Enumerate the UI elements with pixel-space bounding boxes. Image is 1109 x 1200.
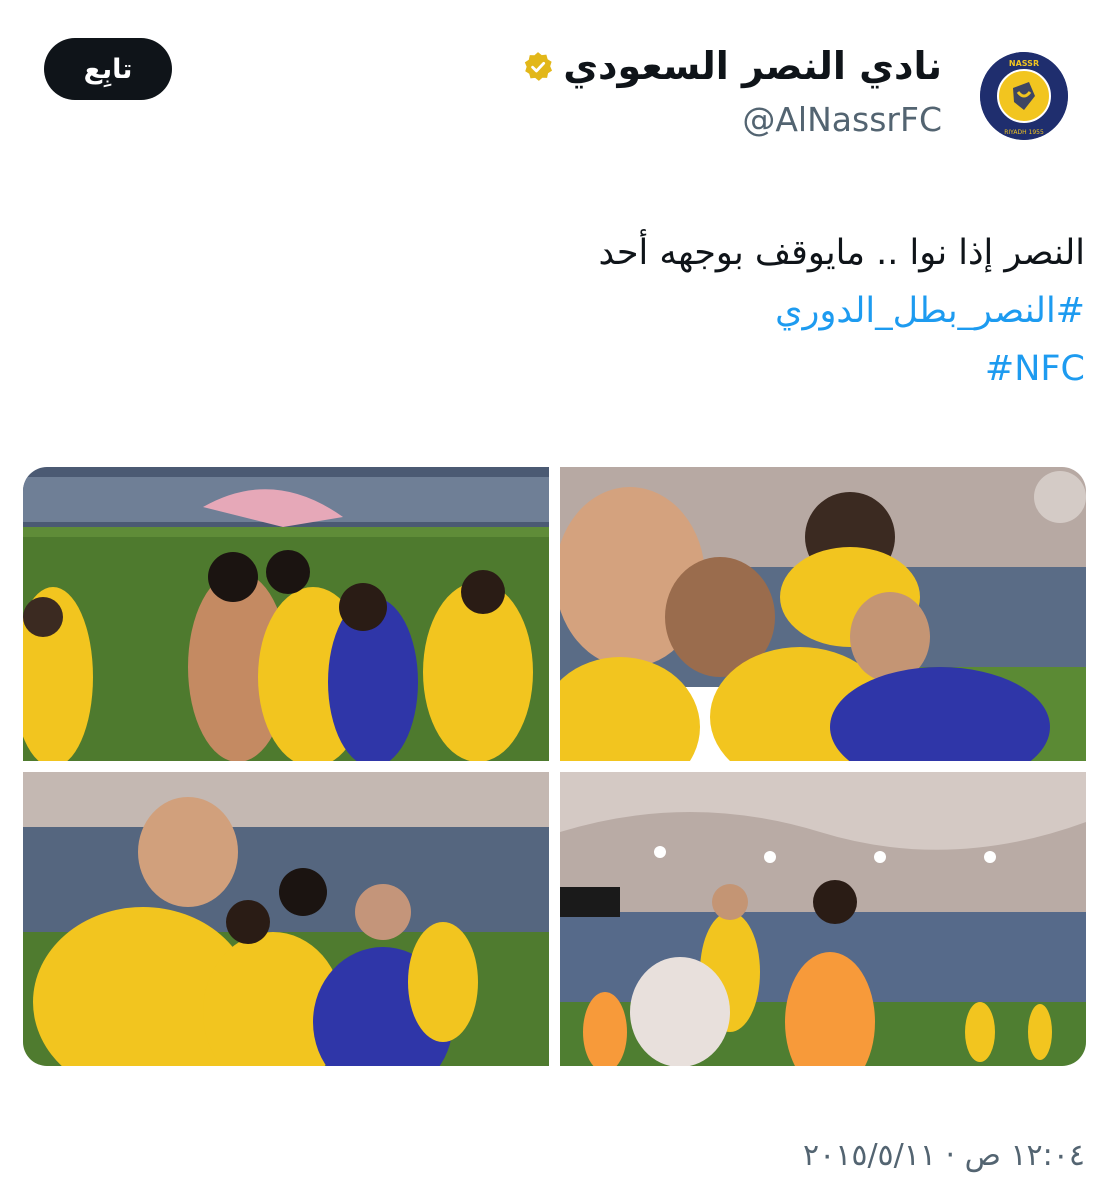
photo-bottom-right[interactable] xyxy=(560,772,1086,1066)
avatar-logo-bottom-text: RIYADH 1955 xyxy=(1004,129,1044,136)
photo-top-right[interactable] xyxy=(560,467,1086,761)
photo-bottom-left[interactable] xyxy=(23,772,549,1066)
author-handle[interactable]: @AlNassrFC xyxy=(742,100,942,139)
tweet-main-text: النصر إذا نوا .. مايوقف بوجهه أحد xyxy=(598,233,1085,273)
verified-badge-icon xyxy=(521,49,555,83)
media-grid xyxy=(23,467,1086,1066)
author-display-name-row[interactable]: نادي النصر السعودي xyxy=(521,44,942,88)
author-display-name[interactable]: نادي النصر السعودي xyxy=(563,44,942,88)
tweet-timestamp[interactable]: ١٢:٠٤ ص · ٢٠١٥/٥/١١ xyxy=(803,1138,1085,1173)
hashtag-link-league-champion[interactable]: #النصر_بطل_الدوري xyxy=(45,282,1085,340)
tweet-text: النصر إذا نوا .. مايوقف بوجهه أحد #النصر… xyxy=(45,224,1085,398)
author-avatar[interactable]: NASSR RIYADH 1955 xyxy=(980,52,1068,140)
follow-button[interactable]: تابِع xyxy=(44,38,172,100)
hashtag-link-nfc[interactable]: #NFC xyxy=(45,340,1085,398)
avatar-logo-top-text: NASSR xyxy=(1009,59,1039,68)
photo-top-left[interactable] xyxy=(23,467,549,761)
